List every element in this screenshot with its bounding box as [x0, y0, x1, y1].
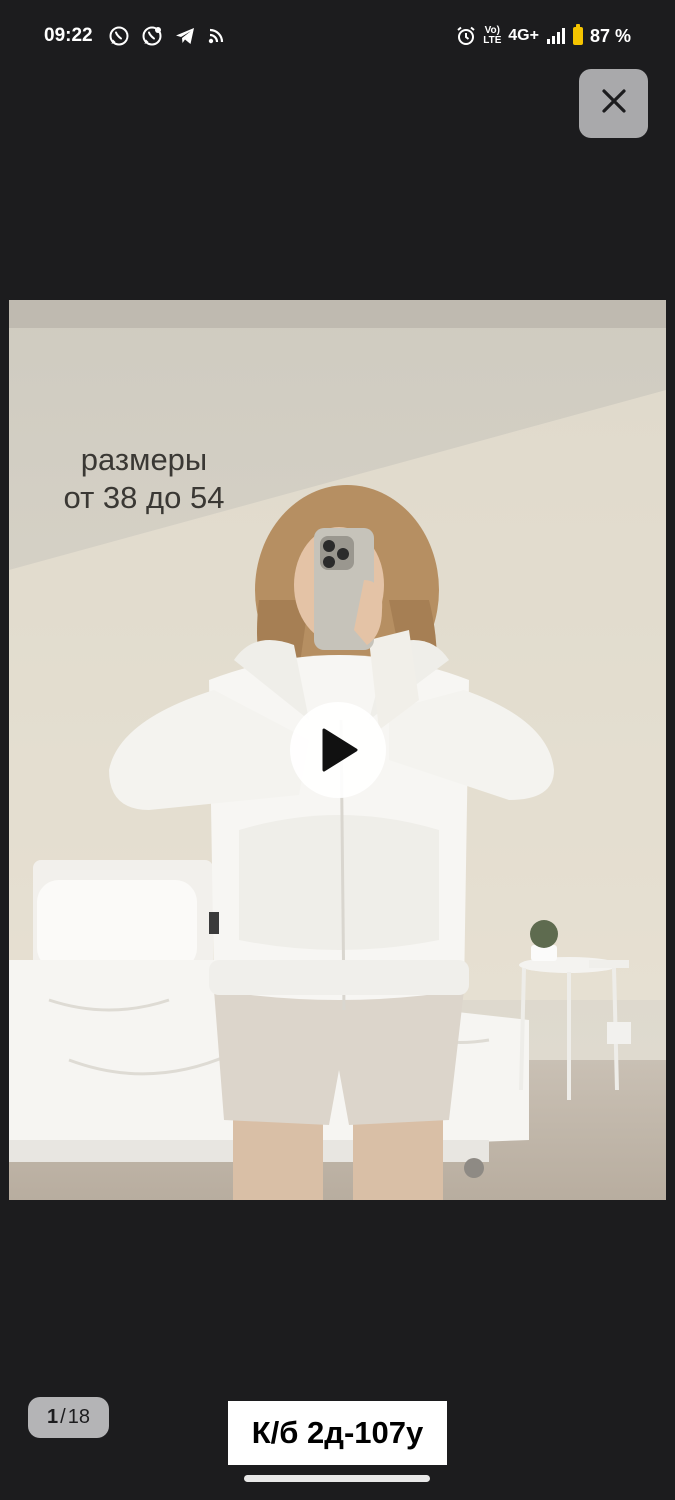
overlay-line-1: размеры	[80, 442, 208, 477]
caption-text: К/б 2д-107у	[251, 1415, 424, 1450]
status-bar: 09:22 Vo) LTE 4G+ 87 %	[0, 0, 675, 72]
volte-label: Vo) LTE	[483, 25, 502, 46]
alarm-icon	[456, 26, 476, 46]
play-icon	[318, 728, 358, 772]
page-total: 18	[67, 1406, 90, 1428]
overlay-line-2: от 38 до 54	[63, 480, 225, 515]
whatsapp-business-icon	[141, 25, 163, 47]
page-current: 1	[47, 1406, 59, 1428]
rss-icon	[207, 27, 225, 45]
close-icon	[600, 87, 628, 120]
close-button[interactable]	[579, 69, 648, 138]
telegram-icon	[174, 25, 196, 47]
battery-icon	[572, 24, 583, 45]
status-right: Vo) LTE 4G+ 87 %	[456, 24, 631, 47]
status-time: 09:22	[44, 25, 93, 46]
size-overlay-text: размеры от 38 до 54	[9, 441, 279, 517]
home-indicator[interactable]	[244, 1475, 430, 1482]
page-separator: /	[60, 1406, 66, 1428]
image-viewer-screen: 09:22 Vo) LTE 4G+ 87 % размеры от 38 до …	[0, 0, 675, 1500]
battery-percent: 87 %	[589, 25, 631, 46]
status-left: 09:22	[44, 25, 225, 47]
signal-icon	[546, 27, 566, 45]
page-counter: 1 / 18	[28, 1397, 109, 1438]
product-photo[interactable]: размеры от 38 до 54	[9, 300, 666, 1200]
network-type: 4G+	[508, 27, 539, 44]
play-video-button[interactable]	[290, 702, 386, 798]
whatsapp-icon	[108, 25, 130, 47]
photo-caption: К/б 2д-107у	[228, 1401, 447, 1465]
